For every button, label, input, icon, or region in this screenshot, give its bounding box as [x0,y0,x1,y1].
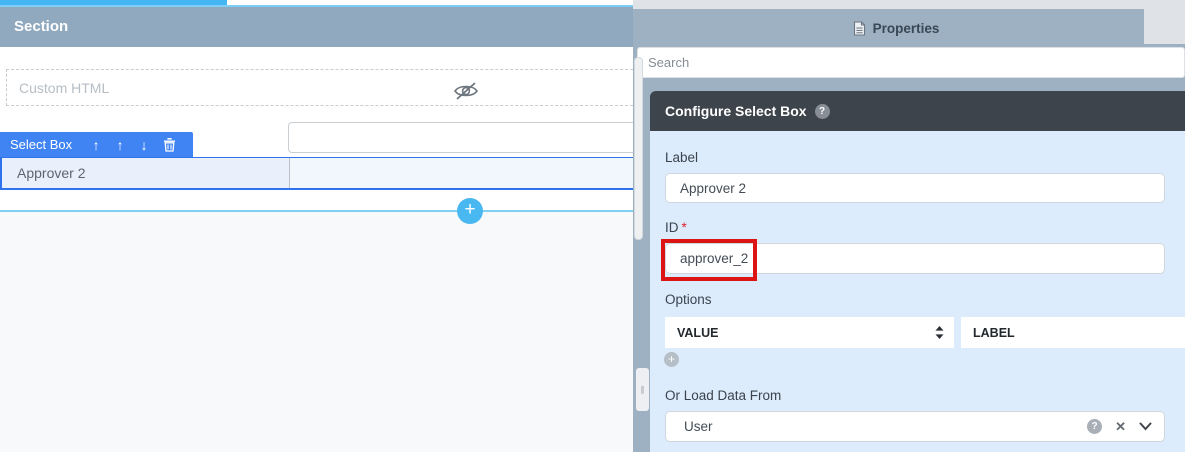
splitter-handle[interactable]: ∥ [636,368,649,411]
custom-html-label: Custom HTML [19,80,109,96]
search-input[interactable] [637,47,1185,78]
field-label: Approver 2 [17,158,85,188]
scrollbar-thumb[interactable] [634,57,643,240]
clear-icon[interactable]: ✕ [1115,419,1126,435]
canvas-background [0,212,637,452]
select-box-toolbar-title: Select Box [0,137,84,152]
required-asterisk: * [682,220,687,235]
load-data-value: User [684,419,713,434]
options-label: Options [665,292,712,307]
trash-icon[interactable] [156,137,182,152]
label-input[interactable] [665,173,1165,203]
id-field-label: ID* [665,220,687,235]
plus-icon: + [464,199,475,220]
options-column-value[interactable]: VALUE [665,317,954,348]
resize-grip-icon: ∥ [641,385,645,394]
field-control-cell [289,158,637,188]
move-up-icon[interactable]: ↑ [108,137,132,153]
select-box-preview[interactable] [288,122,637,153]
help-icon[interactable]: ? [815,104,830,119]
move-down-icon[interactable]: ↓ [132,137,156,153]
eye-slash-icon [452,80,480,102]
add-icon: + [668,352,675,366]
label-field-label: Label [665,150,698,165]
add-row-divider [0,210,637,212]
configure-body: Label ID* Options VALUE LABEL + Or Load … [650,131,1185,452]
select-box-toolbar: Select Box ↑ ↑ ↓ [0,132,193,157]
form-designer-canvas: Section Custom HTML Select Box ↑ ↑ ↓ App… [0,0,637,452]
add-option-button[interactable]: + [664,352,679,367]
custom-html-element[interactable]: Custom HTML [6,69,637,106]
configure-header: Configure Select Box ? [650,91,1185,131]
add-row-button[interactable]: + [457,198,483,224]
tab-properties[interactable]: Properties [648,9,1144,47]
tab-bar-right-area [1144,0,1185,44]
document-icon [853,21,866,36]
load-data-select[interactable]: User ? ✕ [665,411,1165,442]
sort-icon[interactable] [935,326,944,339]
section-header[interactable]: Section [0,7,637,47]
move-first-icon[interactable]: ↑ [84,137,108,153]
tab-properties-label: Properties [873,21,940,36]
configure-title: Configure Select Box [665,103,807,119]
chevron-down-icon[interactable] [1139,422,1152,431]
properties-panel: Properties ∥ Configure Select Box ? Labe… [633,0,1185,452]
options-column-label[interactable]: LABEL [961,317,1185,348]
load-data-label: Or Load Data From [665,388,781,403]
tab-bar-background [633,0,1185,9]
section-title: Section [14,18,68,35]
annotation-highlight-box [661,239,757,281]
select-help-icon[interactable]: ? [1087,419,1102,434]
